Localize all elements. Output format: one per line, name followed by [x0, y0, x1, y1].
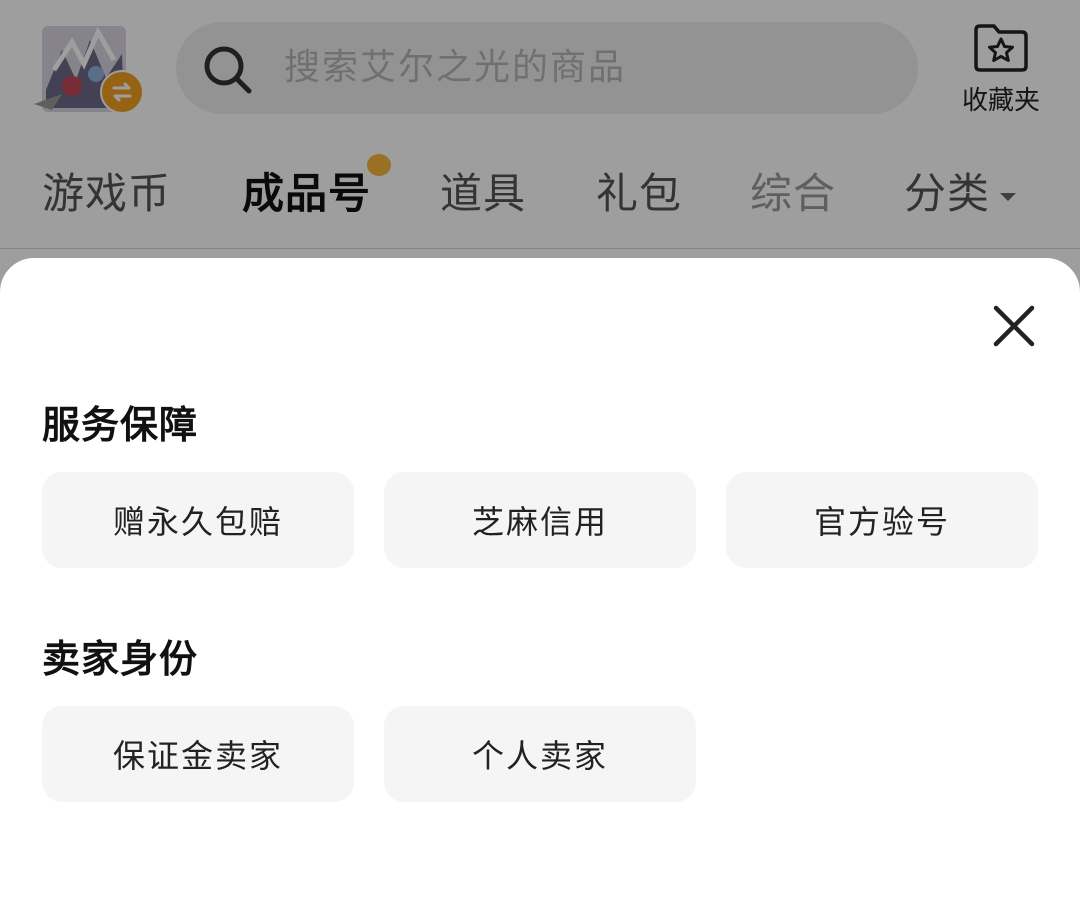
option-individual-seller[interactable]: 个人卖家: [384, 706, 696, 802]
page: 搜索艾尔之光的商品 收藏夹 游戏币 成品号 道具 礼包 综合 分类 服务保障 赠…: [0, 0, 1080, 910]
option-deposit-seller[interactable]: 保证金卖家: [42, 706, 354, 802]
option-official-verified[interactable]: 官方验号: [726, 472, 1038, 568]
section-title-service: 服务保障: [42, 403, 199, 447]
close-icon: [993, 305, 1035, 347]
option-permanent-compensation[interactable]: 赠永久包赔: [42, 472, 354, 568]
section-title-seller: 卖家身份: [42, 637, 199, 681]
close-button[interactable]: [988, 300, 1040, 352]
option-sesame-credit[interactable]: 芝麻信用: [384, 472, 696, 568]
filter-sheet: 服务保障 赠永久包赔 芝麻信用 官方验号 卖家身份 保证金卖家 个人卖家: [0, 258, 1080, 910]
